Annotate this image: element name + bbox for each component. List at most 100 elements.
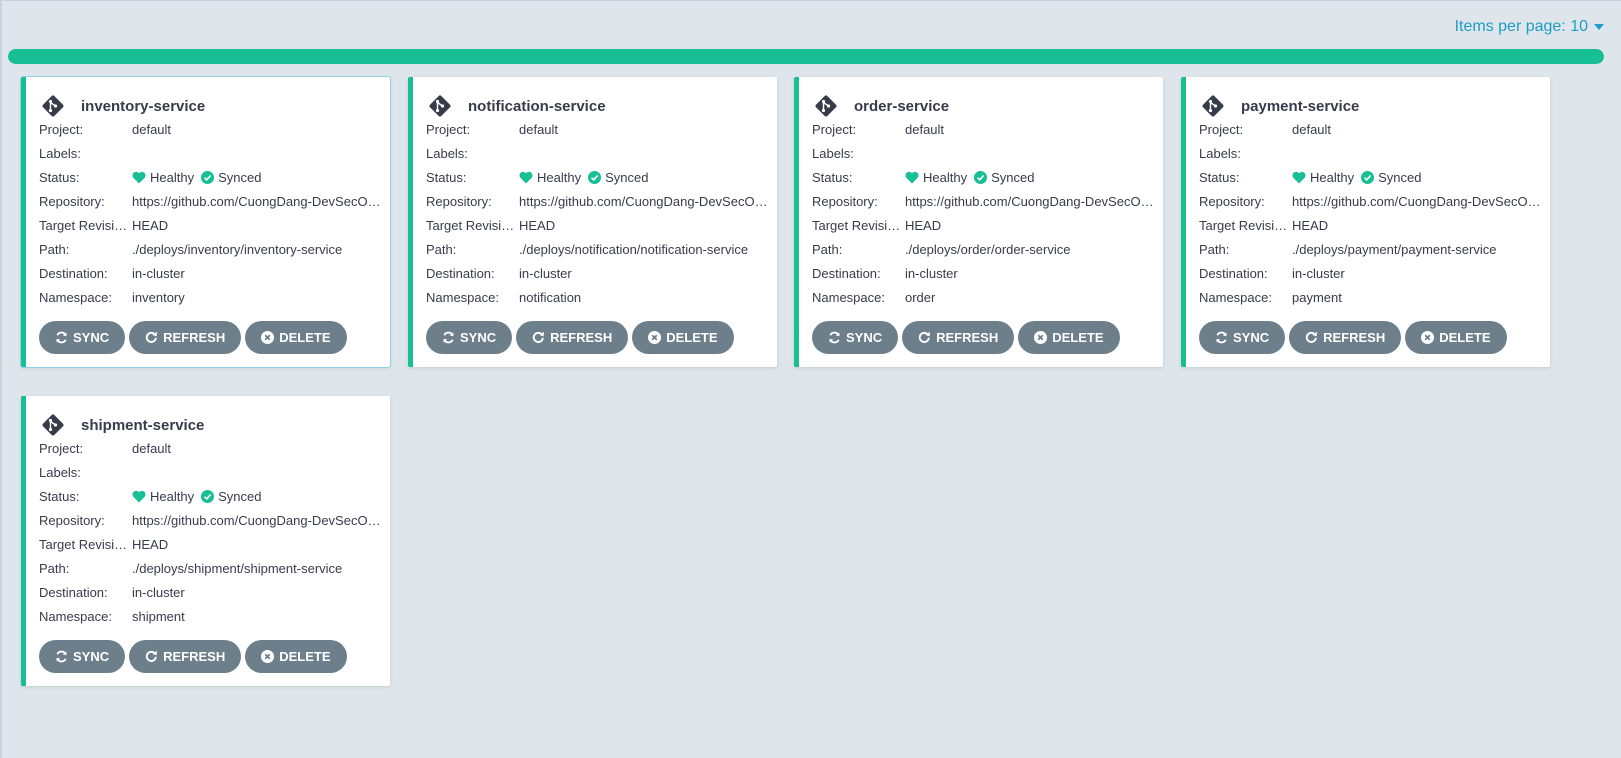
health-status: Healthy — [150, 169, 195, 185]
target-revision-value: HEAD — [905, 217, 942, 233]
refresh-button-label: REFRESH — [163, 649, 226, 664]
delete-button[interactable]: DELETE — [245, 321, 347, 354]
delete-button[interactable]: DELETE — [1018, 321, 1120, 354]
labels-label: Labels: — [426, 145, 468, 161]
git-icon — [40, 412, 66, 438]
check-circle-icon — [974, 170, 988, 184]
project-value: default — [132, 121, 172, 137]
status-row: Status: Healthy Synced — [39, 484, 384, 508]
repository-value[interactable]: https://github.com/CuongDang-DevSecOps/ — [519, 194, 771, 209]
sync-button[interactable]: SYNC — [426, 321, 513, 354]
refresh-button[interactable]: REFRESH — [902, 321, 1015, 354]
path-value: ./deploys/payment/payment-service — [1292, 241, 1497, 257]
redo-icon — [532, 331, 545, 343]
target-revision-value: HEAD — [132, 536, 169, 552]
repository-label: Repository: — [1199, 193, 1265, 209]
app-name[interactable]: shipment-service — [81, 417, 204, 434]
app-details: Project: default Labels: Status: Healthy — [39, 436, 384, 628]
card-header: inventory-service — [40, 93, 205, 119]
application-card-notification-service[interactable]: notification-service Project: default La… — [408, 77, 777, 367]
card-actions: SYNC REFRESH DELETE — [426, 321, 734, 354]
status-row: Status: Healthy Synced — [812, 165, 1157, 189]
card-actions: SYNC REFRESH DELETE — [1199, 321, 1507, 354]
check-circle-icon — [201, 170, 215, 184]
delete-button-label: DELETE — [1052, 330, 1104, 345]
namespace-label: Namespace: — [39, 608, 112, 624]
namespace-label: Namespace: — [39, 289, 112, 305]
app-name[interactable]: order-service — [854, 98, 949, 115]
destination-value: in-cluster — [132, 584, 185, 600]
status-value: Healthy Synced — [519, 170, 771, 185]
git-icon — [40, 93, 66, 119]
labels-row: Labels: — [39, 141, 384, 165]
path-value: ./deploys/shipment/shipment-service — [132, 560, 343, 576]
heart-icon — [132, 490, 146, 503]
redo-icon — [145, 650, 158, 662]
delete-button[interactable]: DELETE — [1405, 321, 1507, 354]
times-circle-icon — [1034, 331, 1048, 344]
refresh-button[interactable]: REFRESH — [129, 321, 242, 354]
application-card-payment-service[interactable]: payment-service Project: default Labels:… — [1181, 77, 1550, 367]
target-revision-row: Target Revision: HEAD — [812, 213, 1157, 237]
status-value: Healthy Synced — [905, 170, 1157, 185]
sync-button[interactable]: SYNC — [39, 640, 126, 673]
delete-button[interactable]: DELETE — [245, 640, 347, 673]
repository-label: Repository: — [39, 193, 105, 209]
path-value: ./deploys/order/order-service — [905, 241, 1071, 257]
repository-row: Repository: https://github.com/CuongDang… — [1199, 189, 1544, 213]
delete-button-label: DELETE — [279, 330, 331, 345]
project-value: default — [1292, 121, 1332, 137]
destination-label: Destination: — [39, 265, 108, 281]
labels-label: Labels: — [1199, 145, 1241, 161]
heart-icon — [132, 171, 146, 184]
app-name[interactable]: payment-service — [1241, 98, 1359, 115]
destination-row: Destination: in-cluster — [39, 580, 384, 604]
refresh-button-label: REFRESH — [1323, 330, 1386, 345]
caret-down-icon — [1594, 24, 1604, 30]
destination-label: Destination: — [1199, 265, 1268, 281]
application-card-inventory-service[interactable]: inventory-service Project: default Label… — [20, 76, 391, 368]
repository-value[interactable]: https://github.com/CuongDang-DevSecOps/ — [1292, 194, 1544, 209]
repository-value[interactable]: https://github.com/CuongDang-DevSecOps/ — [905, 194, 1157, 209]
items-per-page-dropdown[interactable]: Items per page: 10 — [1455, 18, 1604, 36]
target-revision-value: HEAD — [1292, 217, 1329, 233]
project-row: Project: default — [39, 436, 384, 460]
namespace-value: order — [905, 289, 936, 305]
target-revision-label: Target Revision: — [426, 217, 519, 233]
sync-status: Synced — [991, 169, 1035, 185]
sync-button[interactable]: SYNC — [812, 321, 899, 354]
app-details: Project: default Labels: Status: Healthy — [426, 117, 771, 309]
refresh-button[interactable]: REFRESH — [1289, 321, 1402, 354]
path-row: Path: ./deploys/order/order-service — [812, 237, 1157, 261]
project-row: Project: default — [39, 117, 384, 141]
status-row: Status: Healthy Synced — [426, 165, 771, 189]
application-card-shipment-service[interactable]: shipment-service Project: default Labels… — [21, 396, 390, 686]
destination-label: Destination: — [426, 265, 495, 281]
application-card-order-service[interactable]: order-service Project: default Labels: S… — [794, 77, 1163, 367]
repository-value[interactable]: https://github.com/CuongDang-DevSecOps/ — [132, 194, 384, 209]
path-label: Path: — [1199, 241, 1230, 257]
repository-row: Repository: https://github.com/CuongDang… — [426, 189, 771, 213]
heart-icon — [519, 171, 533, 184]
sync-status: Synced — [218, 488, 262, 504]
sync-button[interactable]: SYNC — [1199, 321, 1286, 354]
refresh-button[interactable]: REFRESH — [516, 321, 629, 354]
app-name[interactable]: notification-service — [468, 98, 606, 115]
heart-icon — [905, 171, 919, 184]
sync-button[interactable]: SYNC — [39, 321, 126, 354]
repository-value[interactable]: https://github.com/CuongDang-DevSecOps/ — [132, 513, 384, 528]
destination-row: Destination: in-cluster — [39, 261, 384, 285]
namespace-label: Namespace: — [1199, 289, 1272, 305]
destination-row: Destination: in-cluster — [426, 261, 771, 285]
project-label: Project: — [812, 121, 857, 137]
project-value: default — [905, 121, 945, 137]
sync-icon — [829, 331, 840, 344]
sync-button-label: SYNC — [73, 330, 110, 345]
project-value: default — [519, 121, 559, 137]
app-name[interactable]: inventory-service — [81, 98, 205, 115]
delete-button[interactable]: DELETE — [632, 321, 734, 354]
repository-row: Repository: https://github.com/CuongDang… — [39, 508, 384, 532]
check-circle-icon — [201, 489, 215, 503]
refresh-button[interactable]: REFRESH — [129, 640, 242, 673]
repository-label: Repository: — [426, 193, 492, 209]
